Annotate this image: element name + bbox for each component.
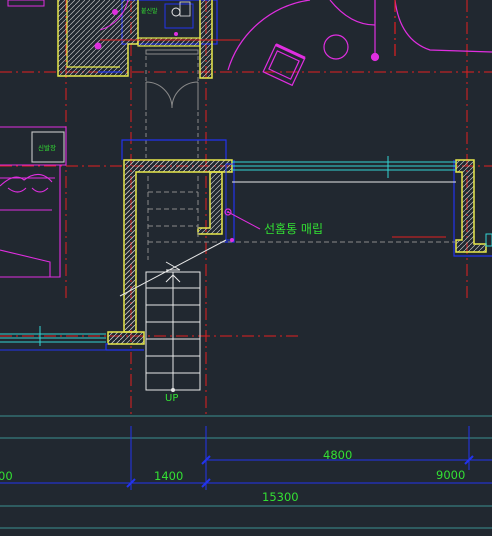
- double-door: [145, 49, 199, 160]
- left-bedroom: 신발장: [0, 126, 67, 278]
- annotation-leader: [224, 208, 261, 242]
- room-tag-top: 붙신발: [141, 7, 158, 15]
- dimension-lines: [0, 415, 492, 529]
- furniture-top-right: [227, 0, 492, 87]
- room-tag-left: 신발장: [38, 143, 56, 152]
- dim-1400: 1400: [154, 469, 183, 483]
- stair-start-dot: [171, 388, 175, 392]
- dim-9000: 9000: [436, 468, 465, 482]
- right-wall: [453, 159, 492, 257]
- dim-4800: 4800: [323, 448, 352, 462]
- dim-15300: 15300: [262, 490, 299, 504]
- annotation-text: 선홈통 매립: [264, 222, 323, 236]
- windows: [0, 156, 456, 351]
- door-frame: [98, 71, 227, 160]
- cad-floor-plan: 붙신발 신발장 UP 선홈통 매립 00 1400 4800 9000 1530…: [0, 0, 492, 529]
- stair-up-label: UP: [165, 393, 178, 404]
- dim-left: 00: [0, 469, 13, 483]
